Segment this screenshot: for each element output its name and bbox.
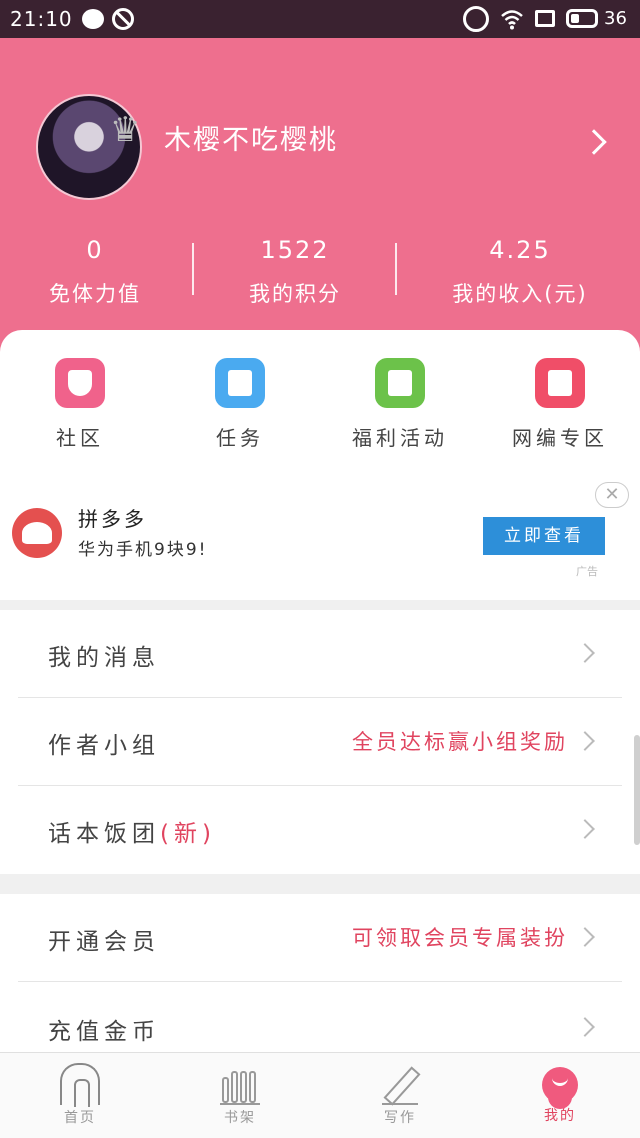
close-icon[interactable]: ✕	[595, 482, 629, 508]
menu-label: 开通会员	[48, 929, 160, 955]
ad-tag: 广告	[576, 565, 598, 578]
scrollbar[interactable]	[634, 735, 640, 845]
grid-label: 社区	[56, 426, 104, 450]
grid-label: 任务	[216, 426, 264, 450]
section-divider	[0, 600, 640, 610]
new-badge: (新)	[160, 821, 216, 847]
grid-item-task[interactable]: 任务	[160, 358, 320, 451]
status-time: 21:10	[10, 7, 73, 31]
menu-label-text: 话本饭团	[48, 821, 160, 847]
chevron-right-icon	[575, 643, 595, 663]
welfare-icon	[375, 358, 425, 408]
menu-label: 充值金币	[48, 1019, 160, 1045]
chat-notification-icon	[82, 9, 104, 29]
task-icon	[215, 358, 265, 408]
stat-divider	[395, 243, 397, 295]
stat-value: 0	[86, 236, 104, 264]
stat-label: 免体力值	[49, 282, 141, 306]
ad-view-button[interactable]: 立即查看	[483, 517, 605, 555]
stat-points[interactable]: 1522 我的积分	[200, 236, 390, 308]
menu-label: 作者小组	[48, 733, 160, 759]
stat-value: 4.25	[489, 236, 551, 264]
chevron-right-icon	[575, 819, 595, 839]
battery-level: 36	[604, 8, 627, 29]
chevron-right-icon	[575, 927, 595, 947]
nav-label: 书架	[224, 1110, 256, 1126]
menu-row-membership[interactable]: 开通会员 可领取会员专属装扮	[18, 894, 622, 982]
pen-icon	[380, 1063, 420, 1105]
mine-icon	[542, 1067, 578, 1109]
menu-label: 话本饭团(新)	[48, 814, 216, 848]
community-icon	[55, 358, 105, 408]
nav-mine[interactable]: 我的	[480, 1063, 640, 1125]
grid-item-editor-zone[interactable]: 网编专区	[480, 358, 640, 451]
ad-logo[interactable]	[12, 508, 62, 558]
wifi-icon	[501, 10, 523, 30]
menu-hint: 全员达标赢小组奖励	[352, 730, 568, 754]
menu-row-author-group[interactable]: 作者小组 全员达标赢小组奖励	[18, 698, 622, 786]
grid-label: 福利活动	[352, 426, 448, 450]
chevron-right-icon	[575, 731, 595, 751]
menu-row-fan-club[interactable]: 话本饭团(新)	[18, 786, 622, 874]
chevron-right-icon	[575, 1017, 595, 1037]
bottom-nav: 首页 书架 写作 我的	[0, 1052, 640, 1138]
grid-item-welfare[interactable]: 福利活动	[320, 358, 480, 451]
bookshelf-icon	[220, 1063, 260, 1105]
chevron-right-icon[interactable]	[581, 129, 607, 155]
feature-card: 社区 任务 福利活动 网编专区	[0, 330, 640, 602]
home-icon	[60, 1063, 100, 1107]
ad-title[interactable]: 拼多多	[78, 503, 147, 532]
nav-bookshelf[interactable]: 书架	[160, 1063, 320, 1127]
menu-row-messages[interactable]: 我的消息	[18, 610, 622, 698]
stat-label: 我的积分	[249, 282, 341, 306]
alarm-icon	[463, 6, 489, 32]
stat-divider	[192, 243, 194, 295]
stat-income[interactable]: 4.25 我的收入(元)	[425, 236, 615, 308]
profile-header: ♛ 木樱不吃樱桃 0 免体力值 1522 我的积分 4.25 我的收入(元)	[0, 38, 640, 368]
gift-icon	[535, 358, 585, 408]
grid-label: 网编专区	[512, 426, 608, 450]
nav-label: 写作	[384, 1110, 416, 1126]
screen-cast-icon	[535, 10, 555, 27]
stat-label: 我的收入(元)	[452, 282, 588, 306]
nav-label: 首页	[64, 1110, 96, 1126]
menu-hint: 可领取会员专属装扮	[352, 926, 568, 950]
do-not-disturb-icon	[112, 8, 134, 30]
status-bar: 21:10 36	[0, 0, 640, 38]
grid-item-community[interactable]: 社区	[0, 358, 160, 451]
section-divider	[0, 874, 640, 894]
stat-stamina[interactable]: 0 免体力值	[0, 236, 190, 308]
nav-home[interactable]: 首页	[0, 1063, 160, 1127]
crown-icon: ♛	[110, 110, 141, 150]
stat-value: 1522	[260, 236, 330, 264]
nav-write[interactable]: 写作	[320, 1063, 480, 1127]
ad-description[interactable]: 华为手机9块9!	[78, 535, 207, 560]
battery-icon	[566, 9, 598, 28]
menu-label: 我的消息	[48, 645, 160, 671]
username[interactable]: 木樱不吃樱桃	[164, 118, 338, 157]
